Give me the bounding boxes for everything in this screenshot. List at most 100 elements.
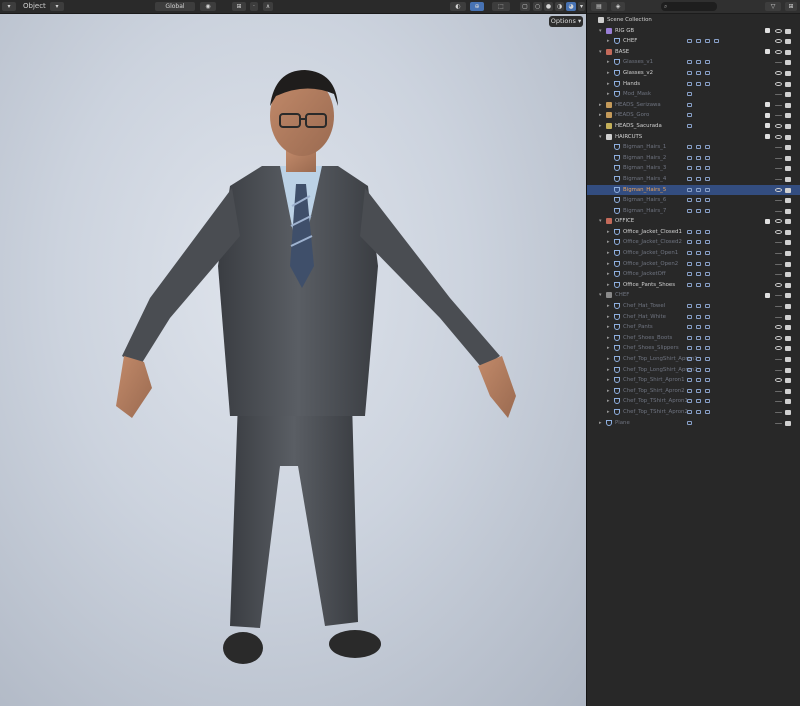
modifier-icon[interactable] xyxy=(687,378,692,383)
modifier-icon[interactable] xyxy=(687,357,692,361)
modifier-icon[interactable] xyxy=(705,314,710,319)
exclude-checkbox[interactable] xyxy=(765,123,770,129)
modifier-icon[interactable] xyxy=(705,70,710,75)
render-camera-icon[interactable] xyxy=(785,388,791,394)
modifier-icon[interactable] xyxy=(687,240,692,245)
expand-toggle-icon[interactable]: ▸ xyxy=(607,248,610,259)
visibility-eye-icon[interactable] xyxy=(775,62,782,65)
modifier-icon[interactable] xyxy=(696,187,701,192)
visibility-eye-icon[interactable] xyxy=(775,70,782,75)
modifier-icon[interactable] xyxy=(705,304,710,309)
visibility-eye-icon[interactable] xyxy=(775,325,782,330)
outliner-row[interactable]: ▸ CHEF xyxy=(587,36,800,47)
render-camera-icon[interactable] xyxy=(785,28,791,34)
modifier-icon[interactable] xyxy=(696,251,701,256)
3d-viewport[interactable]: ▾ Object ▾ Global ◉ ⊞ · ∧ ◐ ⊕ ⬚ ▢ ○ ● ◑ … xyxy=(0,0,586,706)
expand-toggle-icon[interactable]: ▸ xyxy=(607,68,610,79)
modifier-icon[interactable] xyxy=(705,335,710,340)
render-camera-icon[interactable] xyxy=(785,219,791,225)
overlays-toggle-button[interactable]: ⬚ xyxy=(492,2,510,11)
modifier-icon[interactable] xyxy=(705,229,710,234)
render-camera-icon[interactable] xyxy=(785,123,791,129)
visibility-eye-icon[interactable] xyxy=(775,219,782,224)
modifier-icon[interactable] xyxy=(705,261,710,266)
render-camera-icon[interactable] xyxy=(785,113,791,119)
outliner-row[interactable]: ▸ Office_Jacket_Closed1 xyxy=(587,227,800,238)
modifier-icon[interactable] xyxy=(696,346,701,351)
modifier-icon[interactable] xyxy=(705,282,710,287)
expand-toggle-icon[interactable]: ▸ xyxy=(599,418,602,429)
exclude-checkbox[interactable] xyxy=(765,49,770,55)
outliner-row[interactable]: ▸ Chef_Shoes_Boots xyxy=(587,333,800,344)
modifier-icon[interactable] xyxy=(705,208,710,213)
outliner-row[interactable]: Bigman_Hairs_1 xyxy=(587,142,800,153)
modifier-icon[interactable] xyxy=(696,198,701,203)
render-camera-icon[interactable] xyxy=(785,282,791,288)
modifier-icon[interactable] xyxy=(687,145,692,150)
new-collection-button[interactable]: ⊞ xyxy=(785,2,797,11)
expand-toggle-icon[interactable]: ▸ xyxy=(607,343,610,354)
modifier-icon[interactable] xyxy=(687,60,692,65)
modifier-icon[interactable] xyxy=(696,367,701,372)
outliner-editor-type-button[interactable]: ▤ xyxy=(591,2,607,11)
outliner-row[interactable]: ▸ Office_Jacket_Open2 xyxy=(587,259,800,270)
outliner-row[interactable]: ▸ Office_Jacket_Open1 xyxy=(587,248,800,259)
pivot-point-button[interactable]: ◉ xyxy=(200,2,216,11)
outliner-row[interactable]: ▸ Chef_Top_TShirt_Apron2 xyxy=(587,407,800,418)
modifier-icon[interactable] xyxy=(687,304,692,309)
wireframe-shading-button[interactable]: ○ xyxy=(533,2,542,11)
visibility-eye-icon[interactable] xyxy=(775,134,782,139)
render-camera-icon[interactable] xyxy=(785,166,791,172)
expand-toggle-icon[interactable]: ▸ xyxy=(607,333,610,344)
visibility-eye-icon[interactable] xyxy=(775,422,782,426)
modifier-icon[interactable] xyxy=(696,325,701,330)
modifier-icon[interactable] xyxy=(687,102,692,107)
shading-options-button[interactable]: ▾ xyxy=(578,2,585,11)
modifier-icon[interactable] xyxy=(696,229,701,234)
expand-toggle-icon[interactable]: ▸ xyxy=(607,354,610,365)
expand-toggle-icon[interactable]: ▾ xyxy=(599,47,602,58)
visibility-eye-icon[interactable] xyxy=(775,282,782,287)
expand-toggle-icon[interactable]: ▸ xyxy=(607,365,610,376)
exclude-checkbox[interactable] xyxy=(765,102,770,108)
modifier-icon[interactable] xyxy=(687,325,692,330)
render-camera-icon[interactable] xyxy=(785,70,791,76)
visibility-toggle-button[interactable]: ◐ xyxy=(450,2,466,11)
render-camera-icon[interactable] xyxy=(785,187,791,193)
render-camera-icon[interactable] xyxy=(785,81,791,87)
modifier-icon[interactable] xyxy=(705,155,710,160)
modifier-icon[interactable] xyxy=(696,81,701,86)
outliner-row[interactable]: ▸ Office_JacketOff xyxy=(587,269,800,280)
render-camera-icon[interactable] xyxy=(785,314,791,320)
visibility-eye-icon[interactable] xyxy=(775,94,782,97)
expand-toggle-icon[interactable]: ▾ xyxy=(599,216,602,227)
outliner-row[interactable]: ▸ Chef_Top_TShirt_Apron1 xyxy=(587,396,800,407)
visibility-eye-icon[interactable] xyxy=(775,390,782,394)
modifier-icon[interactable] xyxy=(705,176,710,181)
visibility-eye-icon[interactable] xyxy=(775,187,782,192)
modifier-icon[interactable] xyxy=(705,39,710,44)
outliner-row[interactable]: ▸ Hands xyxy=(587,79,800,90)
outliner-row[interactable]: ▾ HAIRCUTS xyxy=(587,132,800,143)
visibility-eye-icon[interactable] xyxy=(775,39,782,44)
modifier-icon[interactable] xyxy=(696,388,701,393)
visibility-eye-icon[interactable] xyxy=(775,263,782,267)
visibility-eye-icon[interactable] xyxy=(775,369,782,373)
outliner-row[interactable]: ▾ RIG GB xyxy=(587,26,800,37)
exclude-checkbox[interactable] xyxy=(765,292,770,298)
editor-type-button[interactable]: ▾ xyxy=(2,2,16,11)
modifier-icon[interactable] xyxy=(687,399,692,404)
render-camera-icon[interactable] xyxy=(785,325,791,331)
snap-target-button[interactable]: · xyxy=(250,2,258,11)
visibility-eye-icon[interactable] xyxy=(775,335,782,340)
gizmo-toggle-button[interactable]: ⊕ xyxy=(470,2,484,11)
render-camera-icon[interactable] xyxy=(785,304,791,310)
modifier-icon[interactable] xyxy=(696,282,701,287)
modifier-icon[interactable] xyxy=(687,272,692,277)
expand-toggle-icon[interactable]: ▸ xyxy=(607,57,610,68)
expand-toggle-icon[interactable]: ▸ xyxy=(607,396,610,407)
render-camera-icon[interactable] xyxy=(785,251,791,257)
modifier-icon[interactable] xyxy=(696,60,701,65)
render-camera-icon[interactable] xyxy=(785,378,791,384)
modifier-icon[interactable] xyxy=(687,39,692,44)
